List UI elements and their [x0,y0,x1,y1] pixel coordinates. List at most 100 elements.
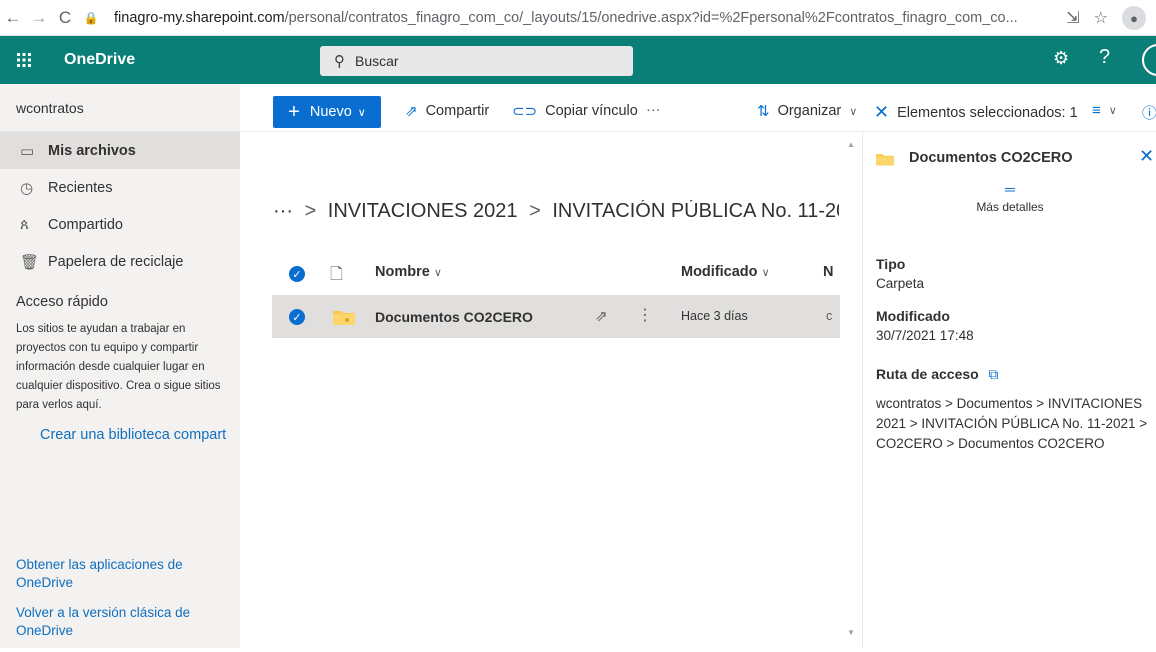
share-label: Compartir [425,103,490,119]
new-button[interactable]: + Nuevo ∨ [273,96,381,128]
info-icon: ⓘ [1142,105,1156,122]
clock-icon: ◷ [20,179,34,197]
app-name[interactable]: OneDrive [64,51,135,69]
nav-item-label: Compartido [48,216,123,233]
command-bar: + Nuevo ∨ ⇗ Compartir ⊂⊃ Copiar vínculo … [240,84,1156,132]
scroll-down-icon[interactable]: ▼ [847,628,855,637]
search-icon: ⚲ [334,53,345,70]
type-label: Tipo [876,256,906,272]
column-header-name[interactable]: Nombre ∨ [375,264,442,280]
lock-icon: 🔒 [83,10,99,25]
chevron-down-icon: ∨ [433,267,442,279]
next-column-cell: c [826,309,833,323]
sort-label: Organizar [777,103,842,119]
install-icon[interactable]: ⇲ [1066,8,1079,28]
breadcrumb-overflow[interactable]: ··· [273,200,293,222]
new-button-label: Nuevo [309,104,352,120]
link-icon: ⊂⊃ [512,103,538,120]
left-nav: wcontratos ▭ Mis archivos ◷ Recientes ጰ … [0,84,240,648]
copy-link-button[interactable]: ⊂⊃ Copiar vínculo [512,102,638,120]
column-header-modified[interactable]: Modificado ∨ [681,264,770,280]
folder-icon [876,154,894,166]
more-details-label: Más detalles [976,200,1044,214]
nav-item-label: Recientes [48,179,113,196]
browser-toolbar: ← → C 🔒 finagro-my.sharepoint.com/person… [0,0,1156,36]
search-box[interactable]: ⚲ Buscar [320,46,633,76]
more-actions-button[interactable]: ··· [646,102,661,118]
quick-access-title: Acceso rápido [16,294,108,310]
sort-button[interactable]: ⇅ Organizar ∨ [757,102,857,120]
column-header-row: ✓ 🗋 Nombre ∨ Modificado ∨ N [272,254,840,292]
modified-date: Hace 3 días [681,309,748,323]
star-icon[interactable]: ☆ [1094,8,1108,28]
nav-item-recent[interactable]: ◷ Recientes [0,169,240,206]
row-checkbox[interactable]: ✓ [289,309,305,325]
selected-count: Elementos seleccionados: 1 [897,104,1078,121]
table-row[interactable]: ✓ Documentos CO2CERO ⇗ ⋮ Hace 3 días c [272,295,840,338]
quick-access-text: Los sitios te ayudan a trabajar en proye… [16,323,221,411]
people-icon: ጰ [20,216,29,233]
scroll-up-icon[interactable]: ▲ [847,140,855,149]
chevron-right-icon: > [529,200,541,222]
chevron-right-icon: > [304,200,317,222]
owner-name: wcontratos [0,84,240,132]
profile-icon[interactable]: ● [1122,6,1146,30]
chevron-down-icon: ∨ [849,105,858,118]
url-path: /personal/contratos_finagro_com_co/_layo… [284,9,1018,26]
column-header-next[interactable]: N [823,264,833,280]
breadcrumb: ··· > INVITACIONES 2021 > INVITACIÓN PÚB… [273,200,839,223]
close-icon: ✕ [874,102,890,122]
path-label: Ruta de acceso [876,366,979,382]
nav-item-label: Papelera de reciclaje [48,253,184,270]
vertical-scrollbar[interactable]: ▲ ▼ [845,132,855,648]
settings-icon[interactable]: ⚙ [1053,48,1069,69]
path-value: wcontratos > Documentos > INVITACIONES 2… [876,396,1148,451]
sort-icon: ⇅ [757,103,770,120]
folder-icon: ▭ [20,142,35,160]
more-vertical-icon[interactable]: ⋮ [637,305,653,325]
create-library-link[interactable]: Crear una biblioteca compart [40,427,240,443]
back-icon[interactable]: ← [0,8,26,28]
close-icon[interactable]: ✕ [1139,146,1154,167]
type-value: Carpeta [876,276,925,291]
share-button[interactable]: ⇗ Compartir [405,102,489,120]
breadcrumb-item[interactable]: INVITACIÓN PÚBLICA No. 11-2021 [552,200,839,222]
details-pane: Documentos CO2CERO ✕ ═ Más detalles Tipo… [862,132,1156,648]
more-details-button[interactable]: ═ Más detalles [863,181,1156,214]
forward-icon[interactable]: → [26,8,52,28]
details-title: Documentos CO2CERO [909,150,1073,166]
select-all-checkbox[interactable]: ✓ [289,266,305,282]
help-icon[interactable]: ? [1099,46,1110,69]
plus-icon: + [288,100,300,123]
clear-selection-button[interactable]: ✕ Elementos seleccionados: 1 [874,102,1078,123]
avatar[interactable] [1142,44,1156,76]
share-icon: ⇗ [405,103,418,120]
expand-icon: ═ [1005,181,1015,197]
recycle-bin-icon: 🗑 [20,253,40,271]
address-bar[interactable]: finagro-my.sharepoint.com/personal/contr… [114,10,1034,26]
list-view-icon: ≡ [1092,102,1101,119]
get-apps-link[interactable]: Obtener las aplicaciones de OneDrive [16,556,216,592]
copy-link-label: Copiar vínculo [545,103,638,119]
modified-label: Modificado [876,308,950,324]
nav-item-shared[interactable]: ጰ Compartido [0,206,240,243]
copy-icon[interactable]: ⧉ [988,366,998,382]
column-name-label: Nombre [375,264,430,280]
nav-item-label: Mis archivos [48,142,136,159]
view-options-button[interactable]: ≡ ∨ [1092,102,1117,119]
type-property: Tipo Carpeta [876,256,924,291]
app-launcher-icon[interactable] [0,36,48,84]
classic-version-link[interactable]: Volver a la versión clásica de OneDrive [16,604,216,640]
path-property: Ruta de acceso ⧉ [876,366,998,383]
suite-bar: OneDrive ⚲ Buscar ⚙ ? [0,36,1156,84]
nav-item-my-files[interactable]: ▭ Mis archivos [0,132,240,169]
column-modified-label: Modificado [681,264,758,280]
share-icon[interactable]: ⇗ [595,307,608,325]
search-placeholder: Buscar [355,53,399,69]
chevron-down-icon: ∨ [761,267,770,279]
file-name[interactable]: Documentos CO2CERO [375,309,533,325]
reload-icon[interactable]: C [52,8,78,28]
nav-item-recycle-bin[interactable]: 🗑 Papelera de reciclaje [0,243,240,280]
breadcrumb-item[interactable]: INVITACIONES 2021 [328,200,518,222]
info-button[interactable]: ⓘ [1142,102,1156,123]
